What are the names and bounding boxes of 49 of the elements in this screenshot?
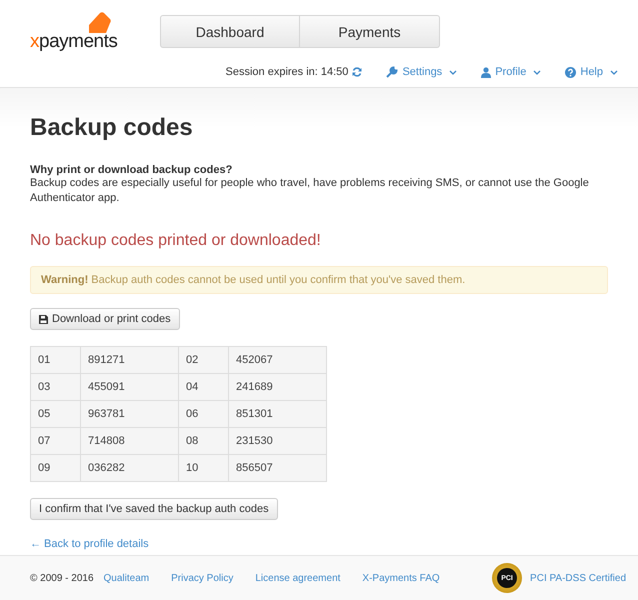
backup-code: 036282 xyxy=(80,454,178,482)
footer-link[interactable]: Qualiteam xyxy=(104,572,150,584)
nav-menu-link[interactable]: Help xyxy=(565,66,618,78)
intro-text: Backup codes are especially useful for people who travel, have problems receiving SMS, or cannot use the Google Authenticator app. xyxy=(30,176,590,206)
copyright: © 2009 - 2016 xyxy=(30,572,94,584)
backup-code: 455091 xyxy=(80,374,178,400)
code-index: 04 xyxy=(178,374,228,400)
backup-code: 856507 xyxy=(228,454,326,482)
backup-code: 963781 xyxy=(80,400,178,428)
nav-tab[interactable]: Dashboard xyxy=(160,15,300,48)
download-button[interactable]: Download or print codes xyxy=(30,308,180,330)
code-index: 05 xyxy=(30,400,80,428)
code-index: 03 xyxy=(30,374,80,400)
session-timer: Session expires in: 14:50 xyxy=(226,66,348,78)
nav-tab[interactable]: Payments xyxy=(300,15,440,48)
warning-alert: Warning! Backup auth codes cannot be used until you confirm that you've saved them. xyxy=(30,266,608,294)
footer-link[interactable]: Privacy Policy xyxy=(171,572,234,584)
tag-icon xyxy=(86,11,112,33)
footer-link[interactable]: License agreement xyxy=(255,572,340,584)
logo: xpayments xyxy=(30,32,118,51)
certified-link[interactable]: PCI PA-DSS Certified xyxy=(530,572,626,584)
code-index: 07 xyxy=(30,428,80,454)
chevron-down-icon xyxy=(610,70,618,74)
code-index: 06 xyxy=(178,400,228,428)
help-icon xyxy=(565,66,576,78)
chevron-down-icon xyxy=(533,70,542,74)
code-index: 01 xyxy=(30,346,80,374)
wrench-icon xyxy=(386,66,398,78)
code-index: 10 xyxy=(178,454,228,482)
code-index: 08 xyxy=(178,428,228,454)
backup-code: 241689 xyxy=(228,374,326,400)
nav-menu-link[interactable]: Settings xyxy=(386,66,458,78)
refresh-icon[interactable] xyxy=(352,67,362,77)
backup-code: 231530 xyxy=(228,428,326,454)
status-message: No backup codes printed or downloaded! xyxy=(30,232,322,250)
footer-link[interactable]: X-Payments FAQ xyxy=(362,572,440,584)
nav-menu-link[interactable]: Profile xyxy=(481,66,542,78)
page-title: Backup codes xyxy=(30,114,194,142)
confirm-button[interactable]: I confirm that I've saved the backup auth codes xyxy=(30,498,278,520)
person-icon xyxy=(481,66,492,78)
code-index: 09 xyxy=(30,454,80,482)
code-index: 02 xyxy=(178,346,228,374)
backup-code: 714808 xyxy=(80,428,178,454)
backup-code: 891271 xyxy=(80,346,178,374)
backup-code: 851301 xyxy=(228,400,326,428)
back-link[interactable]: ← Back to profile details xyxy=(30,538,149,550)
intro-heading: Why print or download backup codes? xyxy=(30,164,234,176)
chevron-down-icon xyxy=(449,70,458,74)
backup-code: 452067 xyxy=(228,346,326,374)
